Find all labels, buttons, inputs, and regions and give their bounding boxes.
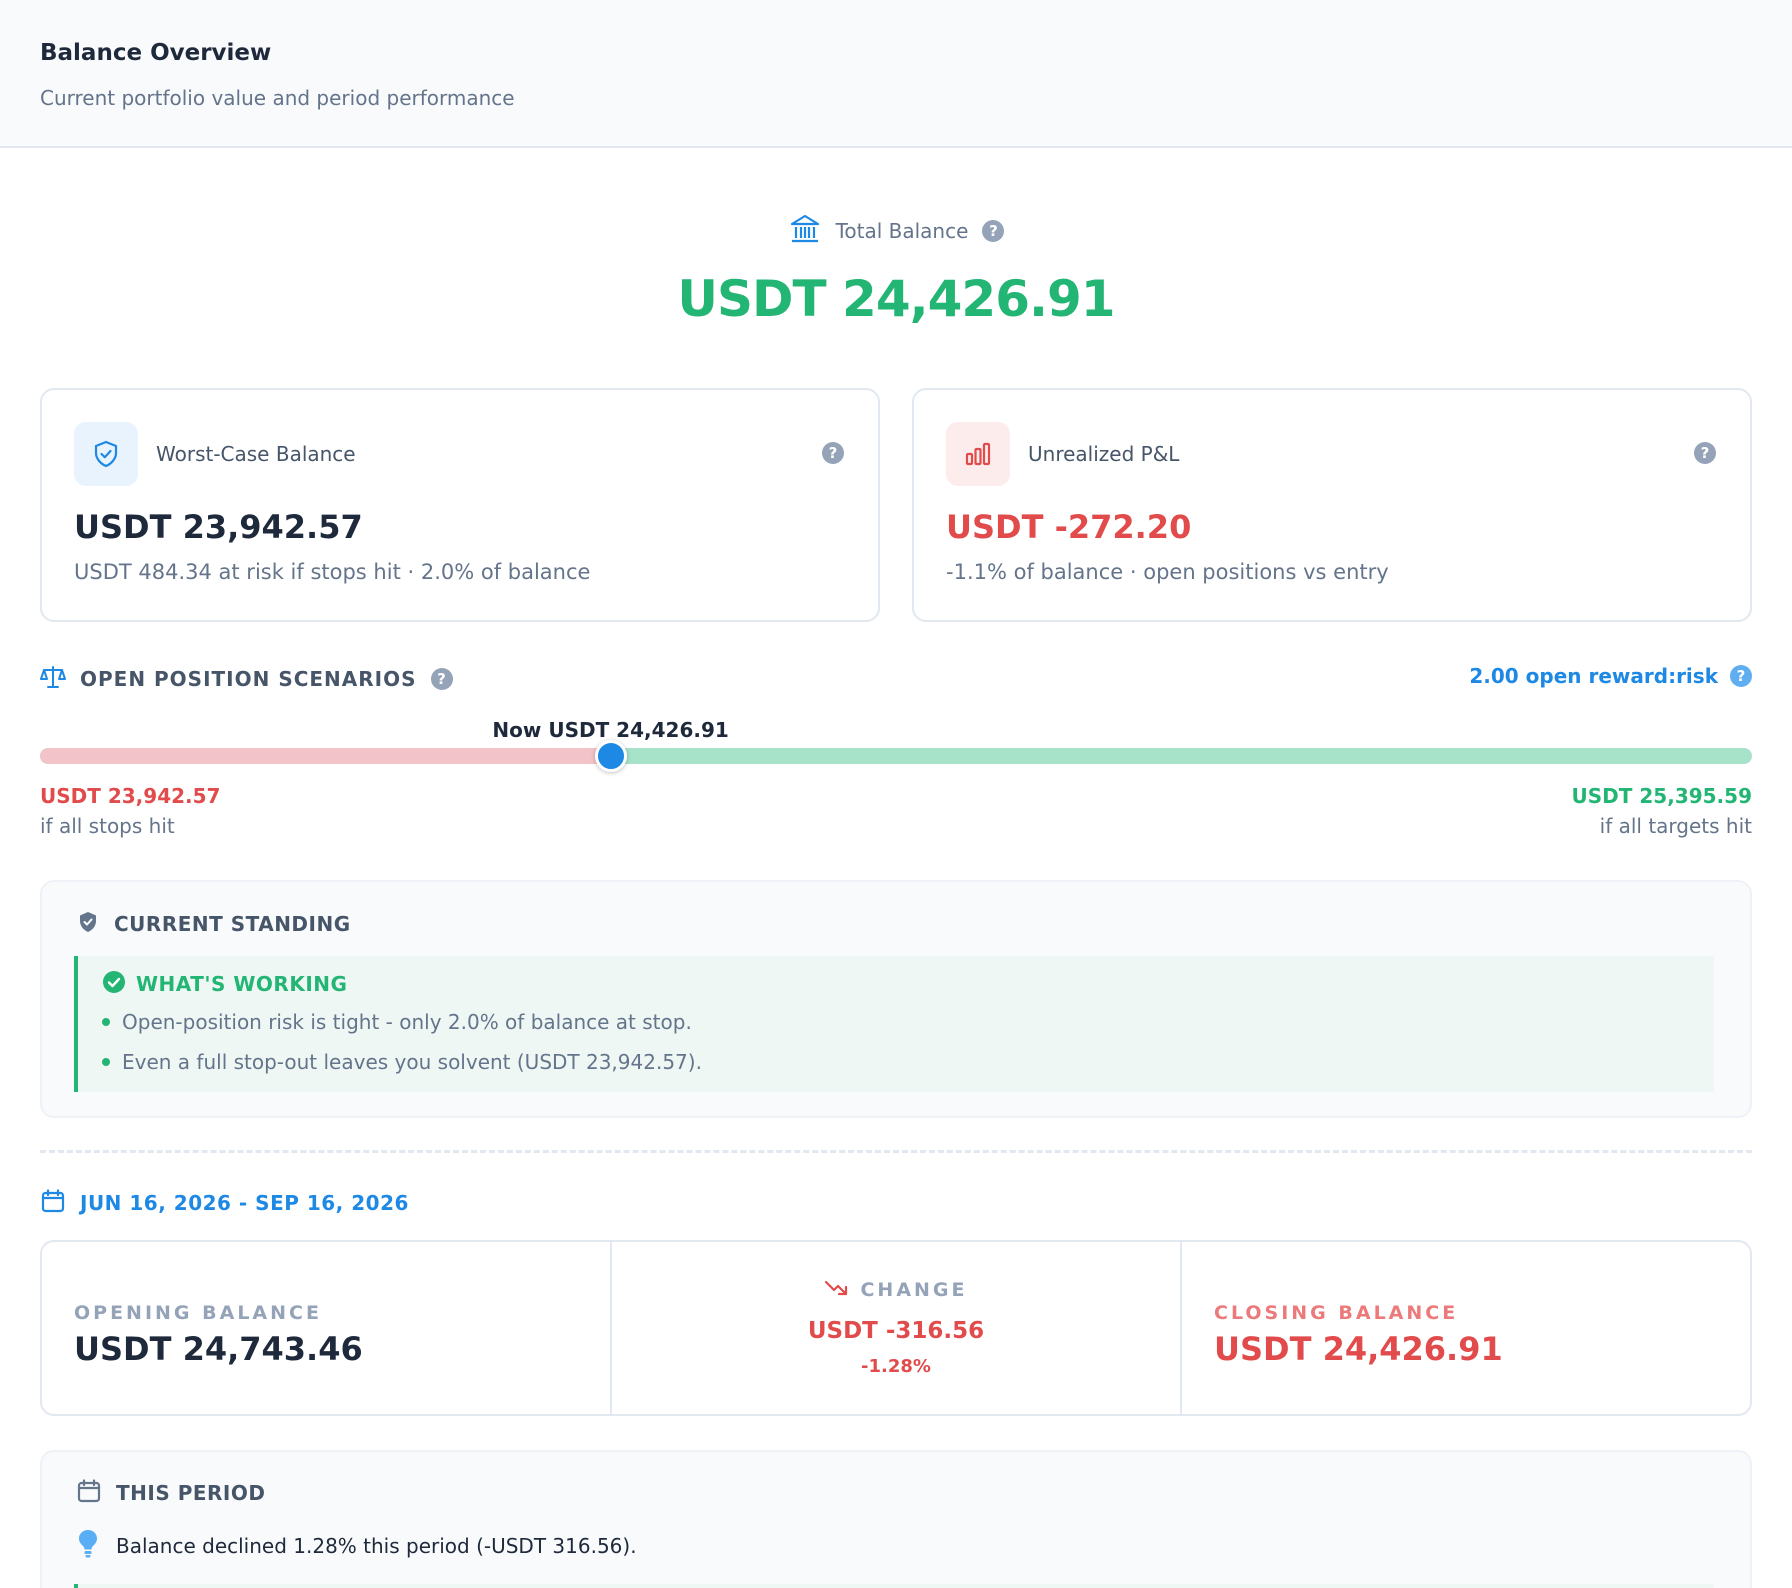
worst-scenario-caption: if all stops hit	[40, 814, 175, 838]
total-balance-label: Total Balance	[835, 219, 969, 243]
reward-risk-ratio: 2.00 open reward:risk	[1469, 664, 1718, 688]
bar-chart-icon	[946, 422, 1010, 486]
scenarios-title: OPEN POSITION SCENARIOS	[80, 667, 417, 691]
change-label: CHANGE	[860, 1279, 968, 1301]
trend-down-icon	[824, 1278, 850, 1302]
this-period-note-box	[74, 1584, 1714, 1588]
now-balance-label: Now USDT 24,426.91	[492, 718, 729, 742]
closing-balance-value: USDT 24,426.91	[1214, 1330, 1503, 1368]
total-balance-label-row: Total Balance ?	[0, 212, 1792, 250]
list-item-text: Open-position risk is tight - only 2.0% …	[122, 1010, 692, 1034]
this-period-header: THIS PERIOD	[76, 1478, 265, 1508]
total-balance-value: USDT 24,426.91	[677, 270, 1115, 328]
list-item: Open-position risk is tight - only 2.0% …	[102, 1010, 692, 1034]
unrealized-pnl-value: USDT -272.20	[946, 508, 1192, 546]
change-percent: -1.28%	[861, 1356, 931, 1377]
best-scenario-caption: if all targets hit	[1599, 814, 1752, 838]
whats-working-header: WHAT'S WORKING	[102, 970, 347, 998]
help-icon[interactable]: ?	[1730, 665, 1752, 687]
worst-case-value: USDT 23,942.57	[74, 508, 363, 546]
section-divider	[40, 1150, 1752, 1153]
change-value: USDT -316.56	[807, 1318, 985, 1344]
best-scenario-value: USDT 25,395.59	[1571, 784, 1752, 808]
whats-working-title: WHAT'S WORKING	[136, 972, 348, 996]
current-standing-title: CURRENT STANDING	[114, 912, 351, 936]
current-standing-panel: CURRENT STANDING WHAT'S WORKING Open-pos…	[40, 880, 1752, 1118]
unrealized-pnl-description: -1.1% of balance · open positions vs ent…	[946, 560, 1389, 584]
check-circle-icon	[102, 970, 126, 998]
bullet-dot	[102, 1058, 110, 1066]
lightbulb-icon	[76, 1528, 100, 1564]
this-period-panel: THIS PERIOD Balance declined 1.28% this …	[40, 1450, 1752, 1588]
list-item: Even a full stop-out leaves you solvent …	[102, 1050, 702, 1074]
whats-working-box: WHAT'S WORKING Open-position risk is tig…	[74, 956, 1714, 1092]
help-icon[interactable]: ?	[430, 668, 453, 690]
opening-balance-label: OPENING BALANCE	[74, 1302, 322, 1324]
scenario-range-track	[40, 748, 1752, 764]
bank-icon	[788, 212, 822, 250]
period-range-text: JUN 16, 2026 - SEP 16, 2026	[80, 1191, 409, 1215]
shield-icon	[76, 910, 100, 938]
current-balance-marker	[594, 740, 627, 772]
worst-case-description: USDT 484.34 at risk if stops hit · 2.0% …	[74, 560, 591, 584]
bullet-dot	[102, 1018, 110, 1026]
reward-risk-row: 2.00 open reward:risk ?	[1469, 664, 1752, 688]
change-cell: CHANGE USDT -316.56 -1.28%	[610, 1242, 1180, 1414]
scenarios-header: OPEN POSITION SCENARIOS ?	[40, 664, 453, 694]
this-period-message: Balance declined 1.28% this period (-USD…	[116, 1534, 637, 1558]
page-header: Balance Overview Current portfolio value…	[0, 0, 1792, 148]
opening-balance-value: USDT 24,743.46	[74, 1330, 363, 1368]
this-period-title: THIS PERIOD	[116, 1481, 266, 1505]
period-stats: OPENING BALANCE USDT 24,743.46 CHANGE US…	[40, 1240, 1752, 1416]
help-icon[interactable]: ?	[982, 220, 1005, 242]
shield-check-icon	[74, 422, 138, 486]
worst-case-label: Worst-Case Balance	[156, 442, 356, 466]
closing-balance-cell: CLOSING BALANCE USDT 24,426.91	[1180, 1242, 1750, 1414]
scale-icon	[40, 664, 66, 694]
page-subtitle: Current portfolio value and period perfo…	[40, 86, 515, 110]
current-standing-header: CURRENT STANDING	[76, 910, 351, 938]
calendar-icon	[76, 1478, 102, 1508]
change-header: CHANGE	[612, 1278, 1180, 1302]
help-icon[interactable]: ?	[1694, 442, 1716, 464]
calendar-icon	[40, 1188, 66, 1218]
list-item-text: Even a full stop-out leaves you solvent …	[122, 1050, 702, 1074]
unrealized-pnl-card: Unrealized P&L ? USDT -272.20 -1.1% of b…	[912, 388, 1752, 622]
worst-scenario-value: USDT 23,942.57	[40, 784, 221, 808]
this-period-insight: Balance declined 1.28% this period (-USD…	[76, 1528, 637, 1564]
page-title: Balance Overview	[40, 40, 272, 66]
scenario-loss-segment	[40, 748, 611, 764]
help-icon[interactable]: ?	[822, 442, 844, 464]
worst-case-balance-card: Worst-Case Balance ? USDT 23,942.57 USDT…	[40, 388, 880, 622]
opening-balance-cell: OPENING BALANCE USDT 24,743.46	[42, 1242, 610, 1414]
period-range-row[interactable]: JUN 16, 2026 - SEP 16, 2026	[40, 1188, 409, 1218]
closing-balance-label: CLOSING BALANCE	[1214, 1302, 1459, 1324]
unrealized-pnl-label: Unrealized P&L	[1028, 442, 1180, 466]
